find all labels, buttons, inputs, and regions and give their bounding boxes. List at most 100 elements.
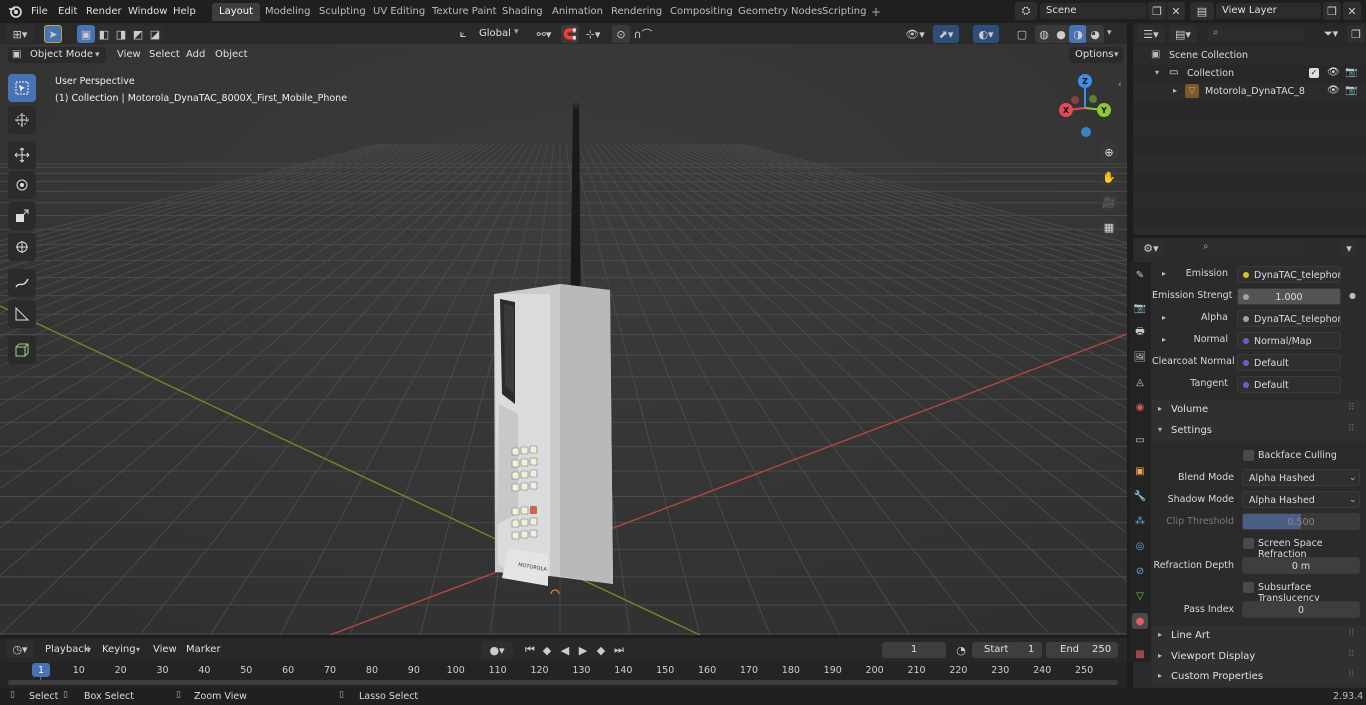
proportional-falloff-icon[interactable]: ∩⌒: [630, 25, 656, 43]
tool-select-box-icon[interactable]: [8, 74, 36, 102]
show-gizmo-icon[interactable]: ⬈▾: [933, 25, 959, 43]
backface-culling-checkbox[interactable]: [1243, 450, 1254, 461]
modifier-tab-icon[interactable]: 🔧: [1132, 488, 1148, 504]
data-tab-icon[interactable]: ▽: [1132, 588, 1148, 604]
particles-tab-icon[interactable]: ⁂: [1132, 513, 1148, 529]
keyframe-dot-icon[interactable]: ●: [1349, 291, 1356, 300]
perspective-toggle-grid-icon[interactable]: ▦: [1099, 217, 1119, 237]
tool-scale-icon[interactable]: [8, 202, 36, 230]
line-art-section-header[interactable]: ▸ Line Art ⠿: [1152, 626, 1366, 646]
delete-view-layer-icon[interactable]: ✕: [1343, 2, 1361, 20]
show-overlays-icon[interactable]: ◐▾: [973, 25, 999, 43]
custom-properties-drag-handle-icon[interactable]: ⠿: [1348, 670, 1355, 680]
outliner-search-input[interactable]: [1207, 26, 1305, 42]
tool-cursor-icon[interactable]: [8, 106, 36, 134]
menu-object[interactable]: Object: [210, 47, 253, 63]
select-cursor-icon[interactable]: ➤: [44, 25, 62, 43]
jump-start-icon[interactable]: ⏮: [521, 641, 539, 659]
shadow-mode-dropdown[interactable]: Alpha Hashed ⌄: [1242, 491, 1360, 508]
delete-scene-icon[interactable]: ✕: [1167, 2, 1185, 20]
pan-hand-icon[interactable]: ✋: [1099, 167, 1119, 187]
menu-marker[interactable]: Marker: [181, 642, 226, 658]
mode-invert-icon[interactable]: ◩: [129, 25, 147, 43]
properties-editor-type-icon[interactable]: ⚙▾: [1137, 239, 1165, 257]
viewport-display-drag-handle-icon[interactable]: ⠿: [1348, 650, 1355, 660]
refraction-depth-field[interactable]: 0 m: [1242, 557, 1360, 574]
tab-rendering[interactable]: Rendering: [604, 3, 669, 21]
new-view-layer-icon[interactable]: ❐: [1323, 2, 1341, 20]
scene-selector-icon[interactable]: ⛭: [1015, 2, 1037, 20]
tab-animation[interactable]: Animation: [545, 3, 610, 21]
view-layer-name-field[interactable]: View Layer: [1216, 3, 1321, 19]
menu-window[interactable]: Window: [128, 0, 167, 23]
blend-mode-dropdown[interactable]: Alpha Hashed ⌄: [1242, 469, 1360, 486]
render-tab-icon[interactable]: 📷: [1132, 300, 1148, 316]
filter-icon[interactable]: ⏷▾: [1317, 25, 1345, 43]
visibility-selectability-icon[interactable]: 👁▾: [902, 25, 928, 43]
clearcoat-normal-field[interactable]: Default: [1237, 354, 1341, 371]
clip-threshold-slider[interactable]: 0.500: [1242, 513, 1360, 530]
screen-space-refraction-checkbox[interactable]: [1243, 538, 1254, 549]
shading-material-preview-icon[interactable]: ◑: [1069, 25, 1087, 43]
emission-field[interactable]: DynaTAC_telephon...: [1237, 266, 1341, 283]
menu-file[interactable]: File: [31, 0, 48, 23]
tab-compositing[interactable]: Compositing: [663, 3, 740, 21]
3d-viewport[interactable]: MOTOROLA User Perspective (1) Collection…: [0, 44, 1127, 635]
tab-texture-paint[interactable]: Texture Paint: [425, 3, 504, 21]
jump-keyframe-forward-icon[interactable]: ◆: [592, 641, 610, 659]
texture-tab-icon[interactable]: ▩: [1132, 646, 1148, 662]
mode-subtract-icon[interactable]: ◨: [112, 25, 130, 43]
gizmo-z-label[interactable]: Z: [1082, 77, 1088, 86]
object-camera-icon[interactable]: 📷: [1345, 85, 1357, 96]
menu-timeline-view[interactable]: View: [148, 642, 182, 658]
menu-keying[interactable]: Keying: [97, 642, 141, 658]
settings-drag-handle-icon[interactable]: ⠿: [1348, 424, 1355, 434]
properties-search-input[interactable]: [1199, 240, 1307, 256]
tab-modeling[interactable]: Modeling: [258, 3, 318, 21]
menu-select[interactable]: Select: [144, 47, 185, 63]
expand-chevron-icon[interactable]: ▾: [1155, 68, 1159, 77]
play-reverse-icon[interactable]: ◀: [556, 641, 574, 659]
phone-model[interactable]: MOTOROLA: [460, 94, 660, 594]
custom-properties-section-header[interactable]: ▸ Custom Properties ⠿: [1152, 667, 1366, 687]
gizmo-y-label[interactable]: Y: [1100, 106, 1107, 115]
settings-section-header[interactable]: ▾ Settings ⠿: [1152, 421, 1366, 441]
view-layer-selector-icon[interactable]: ▤: [1190, 2, 1214, 20]
object-eye-icon[interactable]: 👁: [1327, 85, 1340, 96]
current-frame-field[interactable]: 1: [882, 642, 946, 658]
add-workspace-plus-icon[interactable]: +: [871, 5, 881, 19]
object-expand-chevron-icon[interactable]: ▸: [1173, 86, 1177, 95]
outliner-editor-type-icon[interactable]: ☰▾: [1137, 25, 1165, 43]
blender-logo-icon[interactable]: [8, 4, 22, 18]
tab-shading[interactable]: Shading: [495, 3, 550, 21]
snap-target-icon[interactable]: ⊹▾: [581, 25, 605, 43]
outliner-row-collection[interactable]: ▾ ▭ Collection ✓ 👁 📷: [1133, 65, 1366, 83]
tool-move-icon[interactable]: [8, 141, 36, 169]
shading-solid-icon[interactable]: ●: [1052, 25, 1070, 43]
tangent-field[interactable]: Default: [1237, 376, 1341, 393]
menu-add[interactable]: Add: [181, 47, 210, 63]
world-tab-icon[interactable]: ◉: [1132, 399, 1148, 415]
constraints-tab-icon[interactable]: ⊘: [1132, 563, 1148, 579]
start-frame-field[interactable]: Start 1: [972, 642, 1042, 658]
scene-tab-icon[interactable]: ◬: [1132, 374, 1148, 390]
menu-help[interactable]: Help: [173, 0, 196, 23]
tool-measure-icon[interactable]: [8, 300, 36, 328]
alpha-field[interactable]: DynaTAC_telephon...: [1237, 310, 1341, 327]
tool-rotate-icon[interactable]: [8, 171, 36, 199]
menu-view[interactable]: View: [112, 47, 146, 63]
sidebar-toggle-chevron-icon[interactable]: ‹: [1118, 80, 1122, 90]
object-mode-dropdown[interactable]: Object Mode: [8, 47, 106, 63]
timeline-editor-type-icon[interactable]: ◷▾: [6, 640, 34, 658]
mode-extend-icon[interactable]: ◧: [95, 25, 113, 43]
tab-scripting[interactable]: Scripting: [815, 3, 873, 21]
timeline-scrollbar[interactable]: [8, 680, 1118, 685]
drag-handle-icon[interactable]: ⠿: [1348, 403, 1355, 413]
viewport-display-section-header[interactable]: ▸ Viewport Display ⠿: [1152, 647, 1366, 667]
jump-keyframe-back-icon[interactable]: ◆: [538, 641, 556, 659]
shading-options-chevron-icon[interactable]: ▾: [1107, 28, 1112, 38]
camera-icon[interactable]: 📷: [1345, 67, 1357, 78]
properties-options-chevron-icon[interactable]: ▾: [1340, 239, 1358, 257]
pivot-point-icon[interactable]: ⚯▾: [532, 25, 556, 43]
outliner-row-scene-collection[interactable]: ▣ Scene Collection: [1133, 47, 1366, 65]
